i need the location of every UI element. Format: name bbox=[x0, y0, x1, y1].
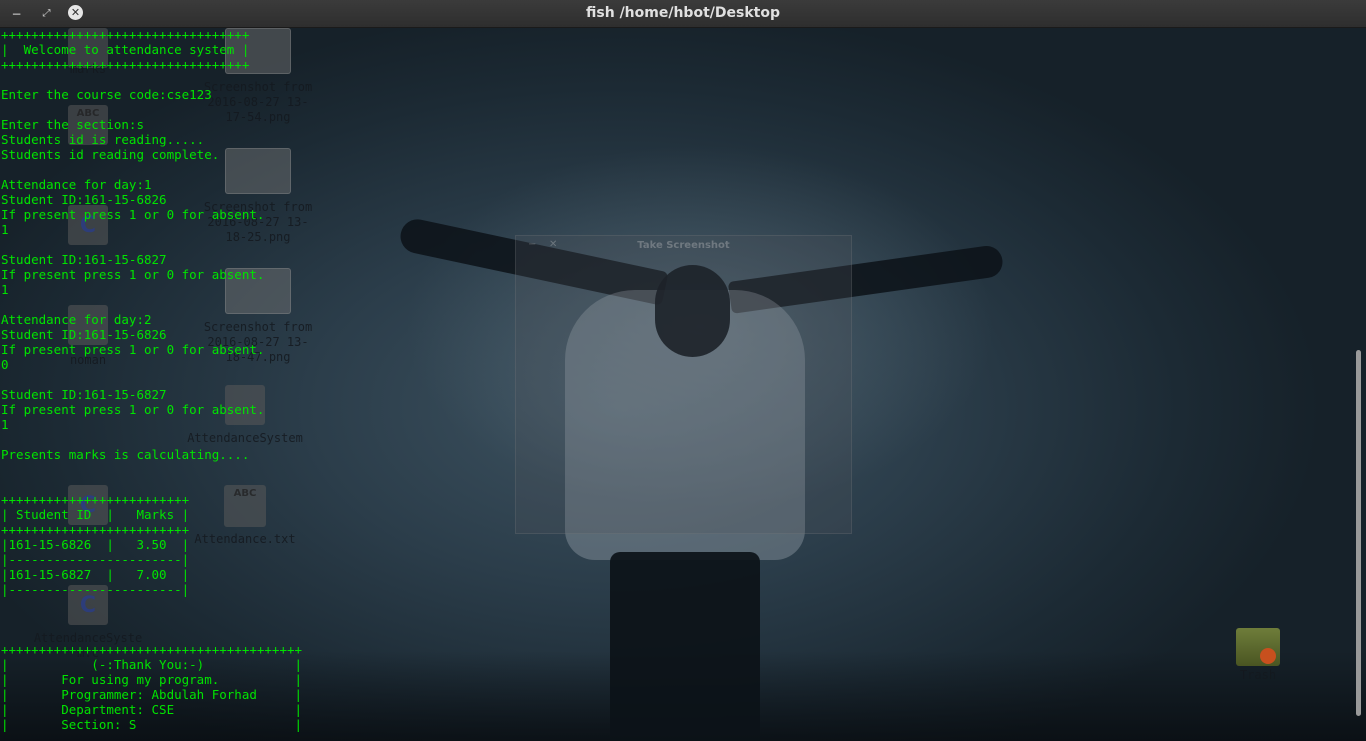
terminal-line: 0 bbox=[1, 357, 9, 372]
terminal-line: If present press 1 or 0 for absent. bbox=[1, 342, 265, 357]
terminal-line: +++++++++++++++++++++++++ bbox=[1, 492, 190, 507]
desktop-screen: − ✕ Take Screenshot marks ABC C noman C … bbox=[0, 0, 1366, 741]
terminal-line: Attendance for day:2 bbox=[1, 312, 152, 327]
terminal-line: If present press 1 or 0 for absent. bbox=[1, 402, 265, 417]
terminal-line: Students id is reading..... bbox=[1, 132, 205, 147]
terminal-line: | Department: CSE | bbox=[1, 702, 303, 717]
terminal-line: | (-:Thank You:-) | bbox=[1, 657, 303, 672]
terminal-line: If present press 1 or 0 for absent. bbox=[1, 267, 265, 282]
window-title: fish /home/hbot/Desktop bbox=[586, 5, 780, 21]
window-titlebar[interactable]: − ⤢ ✕ fish /home/hbot/Desktop bbox=[0, 0, 1366, 28]
terminal-line: Presents marks is calculating.... bbox=[1, 447, 250, 462]
terminal-line: Attendance for day:1 bbox=[1, 177, 152, 192]
terminal-line: +++++++++++++++++++++++++++++++++ bbox=[1, 27, 250, 42]
terminal-line: 1 bbox=[1, 417, 9, 432]
take-screenshot-dialog[interactable]: − ✕ Take Screenshot bbox=[515, 235, 852, 534]
terminal-line: Student ID:161-15-6826 bbox=[1, 192, 167, 207]
terminal-line: Enter the section:s bbox=[1, 117, 144, 132]
terminal-line: +++++++++++++++++++++++++ bbox=[1, 522, 190, 537]
dialog-title: Take Screenshot bbox=[637, 240, 730, 251]
terminal-line: |161-15-6827 | 7.00 | bbox=[1, 567, 190, 582]
terminal-line: Student ID:161-15-6827 bbox=[1, 252, 167, 267]
terminal-line: | For using my program. | bbox=[1, 672, 303, 687]
terminal-line: |-----------------------| bbox=[1, 582, 190, 597]
terminal-line: |-----------------------| bbox=[1, 552, 190, 567]
terminal-line: ++++++++++++++++++++++++++++++++++++++++ bbox=[1, 642, 303, 657]
terminal-line: +++++++++++++++++++++++++++++++++ bbox=[1, 57, 250, 72]
terminal-line: Students id reading complete. bbox=[1, 147, 220, 162]
wallpaper-figure-legs bbox=[610, 552, 760, 741]
terminal-line: If present press 1 or 0 for absent. bbox=[1, 207, 265, 222]
terminal-line: | Section: S | bbox=[1, 717, 303, 732]
terminal-line: Enter the course code:cse123 bbox=[1, 87, 212, 102]
terminal-line: Student ID:161-15-6827 bbox=[1, 387, 167, 402]
terminal-line: |161-15-6826 | 3.50 | bbox=[1, 537, 190, 552]
terminal-scrollbar[interactable] bbox=[1356, 350, 1361, 716]
trash-label: Trash bbox=[1239, 668, 1277, 682]
terminal-output[interactable]: +++++++++++++++++++++++++++++++++ | Welco… bbox=[1, 27, 302, 732]
trash-icon bbox=[1236, 628, 1280, 666]
terminal-line: | Student ID | Marks | bbox=[1, 507, 190, 522]
desktop-icon-trash[interactable]: Trash bbox=[1228, 628, 1288, 682]
terminal-line: | Programmer: Abdulah Forhad | bbox=[1, 687, 303, 702]
terminal-line: 1 bbox=[1, 282, 9, 297]
terminal-line: | Welcome to attendance system | bbox=[1, 42, 250, 57]
terminal-line: 1 bbox=[1, 222, 9, 237]
terminal-line: Student ID:161-15-6826 bbox=[1, 327, 167, 342]
